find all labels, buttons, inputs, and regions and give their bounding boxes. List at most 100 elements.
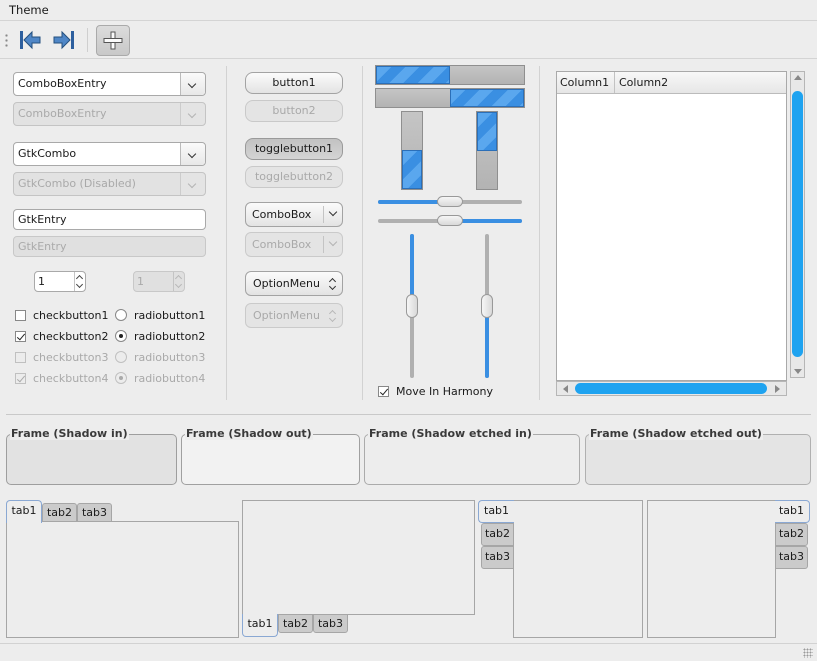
up-down-arrows-icon	[329, 309, 337, 323]
chevron-down-icon[interactable]	[75, 280, 84, 289]
gtkcombo-2-disabled: GtkCombo (Disabled)	[13, 172, 206, 196]
vertical-scrollbar[interactable]	[790, 71, 805, 378]
divider	[323, 206, 324, 223]
progress-fill	[402, 150, 422, 189]
progress-fill	[376, 66, 450, 84]
menu-theme[interactable]: Theme	[9, 3, 49, 17]
checkbutton-3-label: checkbutton3	[33, 351, 109, 364]
notebook-bottom-tab-1[interactable]: tab1	[242, 614, 278, 637]
notebook-right-tab-3[interactable]: tab3	[775, 546, 808, 569]
column2-header-label: Column2	[619, 76, 669, 89]
radiobutton-2-label[interactable]: radiobutton2	[134, 330, 205, 343]
gtkcombo-1-text[interactable]: GtkCombo	[18, 147, 76, 160]
column1-header[interactable]: Column1	[557, 72, 615, 93]
up-down-arrows-icon	[329, 277, 337, 291]
chevron-down-icon[interactable]	[180, 143, 205, 165]
comboboxentry-1-text[interactable]: ComboBoxEntry	[18, 77, 107, 90]
togglebutton1[interactable]: togglebutton1	[245, 138, 343, 160]
checkbutton-4-label: checkbutton4	[33, 372, 109, 385]
notebook-right-tab-1[interactable]: tab1	[775, 500, 810, 523]
toolbar-grip[interactable]	[5, 33, 8, 49]
scale-slider-handle[interactable]	[437, 215, 463, 226]
optionmenu-1-text: OptionMenu	[253, 277, 320, 290]
progress-fill	[477, 112, 497, 151]
gtkentry-1[interactable]: GtkEntry	[13, 209, 206, 230]
spinbutton-1[interactable]: 1	[34, 271, 86, 292]
column-separator	[362, 66, 363, 400]
statusbar-separator	[0, 643, 817, 644]
go-last-button[interactable]	[51, 27, 77, 53]
scroll-up-icon[interactable]	[794, 75, 802, 80]
scale-horizontal-2[interactable]	[378, 215, 522, 227]
progressbar-horizontal-1	[375, 65, 525, 85]
radiobutton-1-circle[interactable]	[115, 309, 127, 321]
comboboxentry-1[interactable]: ComboBoxEntry	[13, 72, 206, 96]
radiobutton-3-label: radiobutton3	[134, 351, 206, 364]
column2-header[interactable]: Column2	[615, 72, 786, 93]
radiobutton-3-circle	[115, 351, 127, 363]
scroll-down-icon[interactable]	[794, 369, 802, 374]
notebook-top-page	[6, 521, 239, 638]
gtkcombo-1[interactable]: GtkCombo	[13, 142, 206, 166]
notebook-left-tab-2[interactable]: tab2	[481, 523, 514, 546]
progress-fill	[450, 89, 524, 107]
scroll-right-icon[interactable]	[775, 385, 780, 393]
combobox-1[interactable]: ComboBox	[245, 202, 343, 227]
notebook-top-tab-2[interactable]: tab2	[42, 503, 77, 522]
spinbutton-2-value: 1	[137, 275, 144, 288]
scale-slider-handle[interactable]	[406, 294, 418, 318]
notebook-top-tab-1[interactable]: tab1	[6, 500, 42, 523]
togglebutton2-disabled: togglebutton2	[245, 166, 343, 188]
radiobutton-1-label[interactable]: radiobutton1	[134, 309, 205, 322]
notebook-left-tab-3[interactable]: tab3	[481, 546, 514, 569]
spin-arrows[interactable]	[74, 272, 85, 291]
scroll-left-icon[interactable]	[563, 385, 568, 393]
notebook-bottom-tab-3[interactable]: tab3	[313, 614, 348, 633]
spinbutton-2-disabled: 1	[133, 271, 185, 292]
notebook-bottom-tab-2[interactable]: tab2	[278, 614, 313, 633]
chevron-down-icon[interactable]	[180, 73, 205, 95]
optionmenu-2-text: OptionMenu	[253, 309, 320, 322]
add-button[interactable]	[96, 25, 130, 56]
frame-shadow-in-label: Frame (Shadow in)	[10, 427, 129, 440]
checkbutton-1-label[interactable]: checkbutton1	[33, 309, 109, 322]
chevron-down-icon	[174, 280, 183, 289]
scale-slider-handle[interactable]	[437, 196, 463, 207]
frame-shadow-etched-out	[585, 434, 811, 485]
tree-view[interactable]: Column1 Column2	[556, 71, 787, 381]
gtkentry-2-disabled: GtkEntry	[13, 236, 206, 257]
checkbutton-1-box[interactable]	[15, 310, 26, 321]
column-separator	[539, 66, 540, 400]
chevron-down-icon	[180, 103, 205, 125]
notebook-left-tab-1[interactable]: tab1	[478, 500, 514, 523]
frame-shadow-etched-in-label: Frame (Shadow etched in)	[368, 427, 533, 440]
vertical-scroll-thumb[interactable]	[792, 91, 803, 357]
horizontal-scroll-thumb[interactable]	[575, 383, 767, 394]
scale-horizontal-1[interactable]	[378, 196, 522, 208]
notebook-left-page	[513, 500, 643, 638]
checkbutton-2-label[interactable]: checkbutton2	[33, 330, 109, 343]
resize-grip[interactable]	[803, 648, 813, 658]
optionmenu-1[interactable]: OptionMenu	[245, 271, 343, 296]
gtkcombo-2-text: GtkCombo (Disabled)	[18, 177, 136, 190]
move-in-harmony-label[interactable]: Move In Harmony	[396, 385, 493, 398]
move-in-harmony-checkbox[interactable]	[378, 386, 389, 397]
scale-vertical-1[interactable]	[405, 234, 419, 378]
scale-slider-handle[interactable]	[481, 294, 493, 318]
frame-shadow-out	[181, 434, 360, 485]
go-first-button[interactable]	[17, 27, 43, 53]
notebook-right-page	[647, 500, 776, 638]
optionmenu-2-disabled: OptionMenu	[245, 303, 343, 328]
checkbutton-2-box[interactable]	[15, 331, 26, 342]
comboboxentry-2-disabled: ComboBoxEntry	[13, 102, 206, 126]
checkbutton-3-box	[15, 352, 26, 363]
scale-vertical-2[interactable]	[480, 234, 494, 378]
radiobutton-2-circle[interactable]	[115, 330, 127, 342]
horizontal-scrollbar[interactable]	[556, 381, 787, 396]
notebook-right-tab-2[interactable]: tab2	[775, 523, 808, 546]
notebook-top-tab-3[interactable]: tab3	[77, 503, 112, 522]
progressbar-horizontal-2	[375, 88, 525, 108]
progressbar-vertical-1	[401, 111, 423, 190]
button1[interactable]: button1	[245, 72, 343, 94]
chevron-down-icon	[180, 173, 205, 195]
